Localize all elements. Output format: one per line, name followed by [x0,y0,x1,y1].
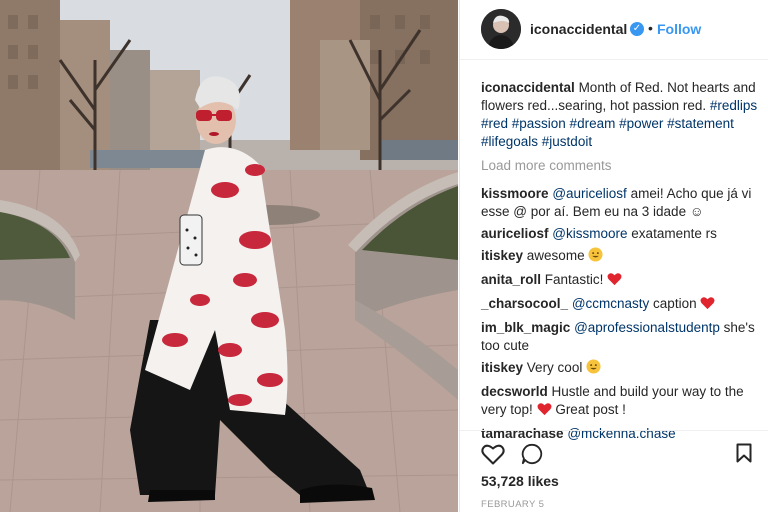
load-more-comments-link[interactable]: Load more comments [481,157,761,175]
smile-emoji-icon [588,247,603,267]
avatar[interactable] [481,9,521,49]
post-date: FEBRUARY 5 [481,499,545,510]
comment-text: Fantastic! [544,272,604,287]
comment-text-continued: Great post ! [555,402,626,417]
comment-mention[interactable]: @auriceliosf [552,186,626,201]
comment-text: awesome [526,248,585,263]
comment-item: im_blk_magic @aprofessionalstudentp she'… [481,319,761,355]
heart-outline-icon[interactable] [481,443,505,470]
comment-text: caption [653,296,697,311]
comment-item: decsworld Hustle and build your way to t… [481,383,761,421]
heart-emoji-icon [537,402,552,421]
caption-username[interactable]: iconaccidental [481,80,575,95]
comment-username[interactable]: im_blk_magic [481,320,570,335]
smile-emoji-icon [586,359,601,379]
header-username[interactable]: iconaccidental [530,21,627,37]
comment-username[interactable]: decsworld [481,384,548,399]
post-actions: 53,728 likes FEBRUARY 5 [460,430,768,512]
comments-list: iconaccidental Month of Red. Not hearts … [481,79,761,447]
comment-item: itiskey awesome [481,247,761,267]
comment-item: kissmoore @auriceliosf amei! Acho que já… [481,185,761,221]
comment-username[interactable]: itiskey [481,248,523,263]
comment-username[interactable]: auriceliosf [481,226,549,241]
comment-text: exatamente rs [631,226,717,241]
post-caption: iconaccidental Month of Red. Not hearts … [481,79,761,151]
comment-username[interactable]: itiskey [481,360,523,375]
comment-bubble-icon[interactable] [520,443,544,470]
comment-mention[interactable]: @kissmoore [552,226,627,241]
comment-mention[interactable]: @ccmcnasty [572,296,649,311]
comment-mention[interactable]: @aprofessionalstudentp [574,320,720,335]
follow-button[interactable]: Follow [657,21,701,37]
separator-dot: • [648,20,653,36]
verified-badge-icon: ✓ [630,22,644,36]
comment-username[interactable]: anita_roll [481,272,541,287]
comment-text: Very cool [526,360,583,375]
avatar-image [481,9,521,49]
likes-count[interactable]: 53,728 likes [481,473,559,489]
comment-item: _charsocool_ @ccmcnasty caption [481,295,761,315]
street-photo-illustration [0,0,458,512]
bookmark-icon[interactable] [736,443,752,468]
comment-item: anita_roll Fantastic! [481,271,761,291]
post-details-panel: iconaccidental ✓ • Follow iconaccidental… [459,0,768,512]
comment-username[interactable]: _charsocool_ [481,296,568,311]
comment-item: auriceliosf @kissmoore exatamente rs [481,225,761,243]
heart-emoji-icon [700,296,715,315]
comment-username[interactable]: kissmoore [481,186,549,201]
post-photo[interactable] [0,0,458,512]
post-header: iconaccidental ✓ • Follow [460,0,768,60]
heart-emoji-icon [607,272,622,291]
comment-item: itiskey Very cool [481,359,761,379]
